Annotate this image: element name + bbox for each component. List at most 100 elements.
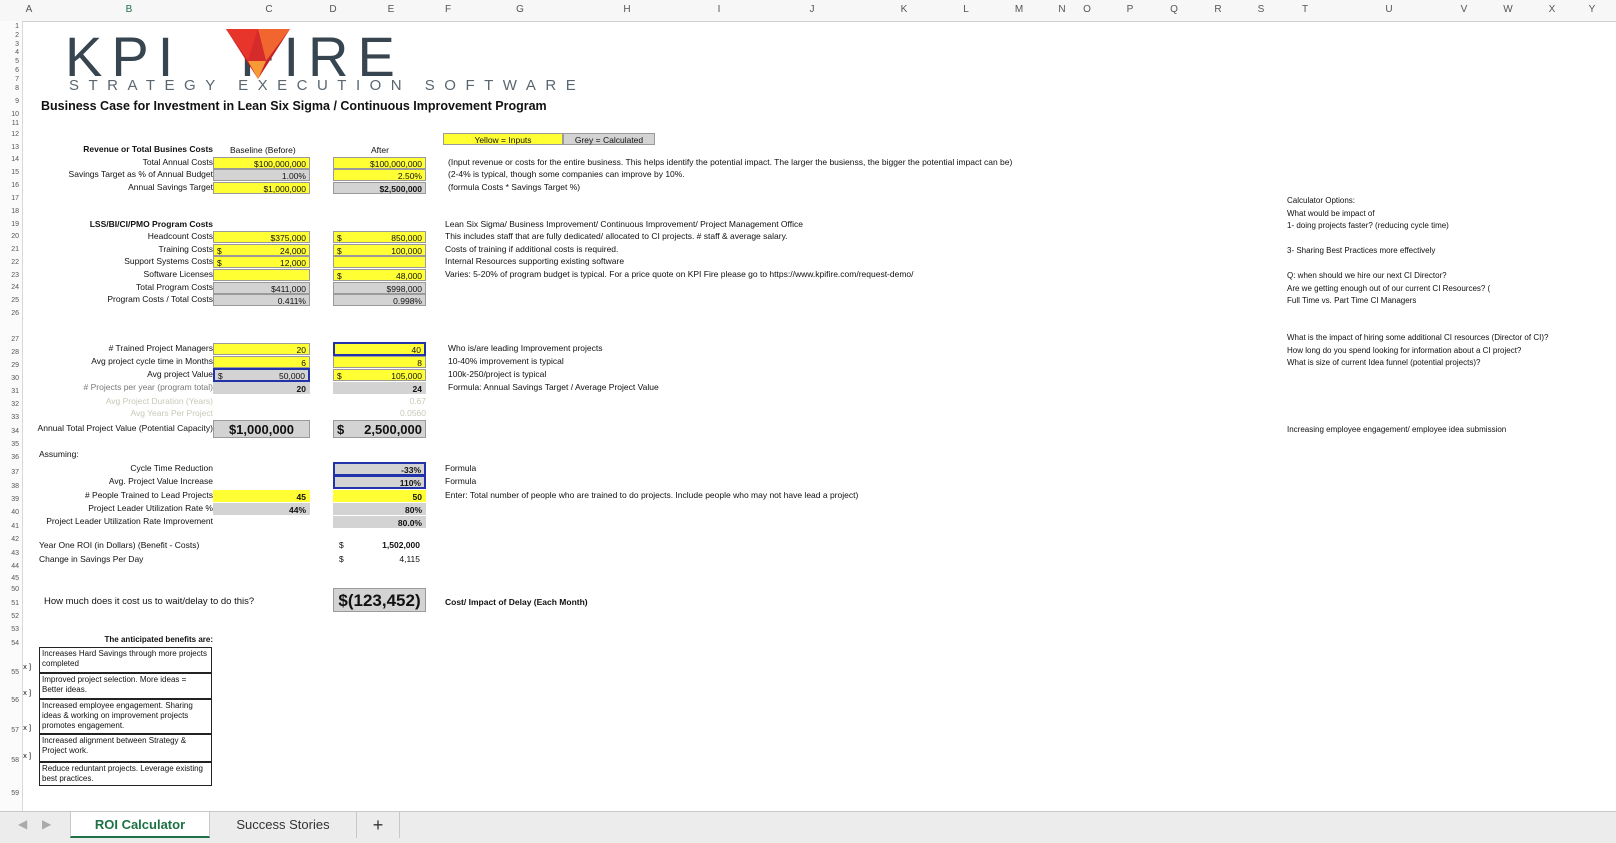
row-header[interactable]: 7 [0, 76, 19, 83]
row-header[interactable]: 59 [0, 790, 19, 797]
revenue-row-before[interactable]: $100,000,000 [213, 157, 310, 169]
row-header[interactable]: 52 [0, 613, 19, 620]
row-header[interactable]: 4 [0, 49, 19, 56]
row-header[interactable]: 2 [0, 32, 19, 39]
row-header[interactable]: 36 [0, 454, 19, 461]
program-row-after[interactable]: 0.998% [333, 294, 426, 306]
program-row-after[interactable]: $850,000 [333, 231, 426, 243]
row-header[interactable]: 33 [0, 414, 19, 421]
row-header[interactable]: 22 [0, 259, 19, 266]
row-header[interactable]: 41 [0, 523, 19, 530]
prev-sheet-arrow-icon[interactable]: ◀ [18, 817, 27, 831]
revenue-row-after[interactable]: 2.50% [333, 169, 426, 181]
assuming-row-after[interactable]: 80.0% [333, 516, 426, 528]
row-header[interactable]: 12 [0, 131, 19, 138]
row-header[interactable]: 21 [0, 246, 19, 253]
column-header[interactable]: S [1258, 4, 1265, 15]
delay-value[interactable]: $(123,452) [333, 588, 426, 612]
row-header[interactable]: 28 [0, 349, 19, 356]
column-header[interactable]: J [810, 4, 815, 15]
row-header[interactable]: 42 [0, 536, 19, 543]
project-row-before[interactable]: 20 [213, 382, 310, 394]
column-header[interactable]: G [516, 4, 524, 15]
benefit-checkbox[interactable]: [ x ] [23, 661, 31, 672]
total-project-value-before[interactable]: $1,000,000 [213, 420, 310, 438]
assuming-row-before[interactable]: 45 [213, 490, 310, 502]
program-row-after[interactable]: $998,000 [333, 282, 426, 294]
program-row-after[interactable]: $100,000 [333, 244, 426, 256]
program-row-before[interactable] [213, 269, 310, 281]
column-header[interactable]: A [26, 4, 33, 15]
worksheet[interactable]: KPI FIRE STRATEGY EXECUTION SOFTWARE Busi… [23, 21, 1616, 811]
row-header[interactable]: 26 [0, 310, 19, 317]
benefit-checkbox[interactable]: [ x ] [23, 722, 31, 733]
row-header[interactable]: 16 [0, 182, 19, 189]
row-header[interactable]: 57 [0, 727, 19, 734]
row-header[interactable]: 58 [0, 757, 19, 764]
row-header[interactable]: 53 [0, 626, 19, 633]
row-header[interactable]: 37 [0, 469, 19, 476]
assuming-row-after[interactable]: 80% [333, 503, 426, 515]
row-header[interactable]: 19 [0, 221, 19, 228]
row-header[interactable]: 11 [0, 120, 19, 127]
assuming-row-before[interactable]: 44% [213, 503, 310, 515]
row-header[interactable]: 24 [0, 284, 19, 291]
column-header[interactable]: N [1058, 4, 1065, 15]
row-header[interactable]: 29 [0, 362, 19, 369]
column-header[interactable]: Q [1170, 4, 1178, 15]
revenue-row-after[interactable]: $2,500,000 [333, 182, 426, 194]
row-header[interactable]: 3 [0, 41, 19, 48]
project-row-before[interactable]: $50,000 [213, 368, 310, 382]
row-header[interactable]: 30 [0, 375, 19, 382]
revenue-row-before[interactable]: 1.00% [213, 169, 310, 181]
row-header[interactable]: 35 [0, 441, 19, 448]
row-header[interactable]: 55 [0, 669, 19, 676]
tab-success-stories[interactable]: Success Stories [212, 812, 354, 838]
column-header[interactable]: U [1385, 4, 1392, 15]
row-header[interactable]: 9 [0, 98, 19, 105]
total-project-value-after[interactable]: $2,500,000 [333, 420, 426, 438]
project-row-before[interactable]: 20 [213, 343, 310, 355]
column-header[interactable]: K [901, 4, 908, 15]
column-header[interactable]: P [1127, 4, 1134, 15]
row-header[interactable]: 50 [0, 586, 19, 593]
project-row-after[interactable]: 8 [333, 356, 426, 368]
row-header[interactable]: 27 [0, 336, 19, 343]
column-header[interactable]: E [388, 4, 395, 15]
column-header[interactable]: L [963, 4, 969, 15]
column-header[interactable]: C [265, 4, 272, 15]
row-header[interactable]: 17 [0, 195, 19, 202]
program-row-after[interactable] [333, 256, 426, 268]
column-header[interactable]: R [1214, 4, 1221, 15]
row-header[interactable]: 31 [0, 388, 19, 395]
row-header[interactable]: 56 [0, 697, 19, 704]
column-header[interactable]: X [1549, 4, 1556, 15]
row-header[interactable]: 10 [0, 111, 19, 118]
project-row-after[interactable]: 24 [333, 382, 426, 394]
column-header[interactable]: H [623, 4, 630, 15]
row-header[interactable]: 32 [0, 401, 19, 408]
column-header[interactable]: D [329, 4, 336, 15]
revenue-row-after[interactable]: $100,000,000 [333, 157, 426, 169]
program-row-before[interactable]: $411,000 [213, 282, 310, 294]
benefit-checkbox[interactable]: [ x ] [23, 687, 31, 698]
row-header[interactable]: 20 [0, 233, 19, 240]
project-row-after[interactable]: 40 [333, 342, 426, 356]
program-row-before[interactable]: $375,000 [213, 231, 310, 243]
column-header[interactable]: O [1083, 4, 1091, 15]
row-header[interactable]: 43 [0, 550, 19, 557]
tab-roi-calculator[interactable]: ROI Calculator [70, 812, 210, 838]
row-header[interactable]: 25 [0, 297, 19, 304]
row-header[interactable]: 23 [0, 272, 19, 279]
row-header[interactable]: 14 [0, 156, 19, 163]
column-header[interactable]: M [1015, 4, 1023, 15]
add-sheet-button[interactable]: + [356, 812, 400, 838]
revenue-row-before[interactable]: $1,000,000 [213, 182, 310, 194]
row-header[interactable]: 6 [0, 67, 19, 74]
row-header[interactable]: 39 [0, 496, 19, 503]
row-header[interactable]: 5 [0, 58, 19, 65]
row-header[interactable]: 44 [0, 563, 19, 570]
program-row-before[interactable]: 0.411% [213, 294, 310, 306]
program-row-after[interactable]: $48,000 [333, 269, 426, 281]
column-header[interactable]: W [1503, 4, 1512, 15]
